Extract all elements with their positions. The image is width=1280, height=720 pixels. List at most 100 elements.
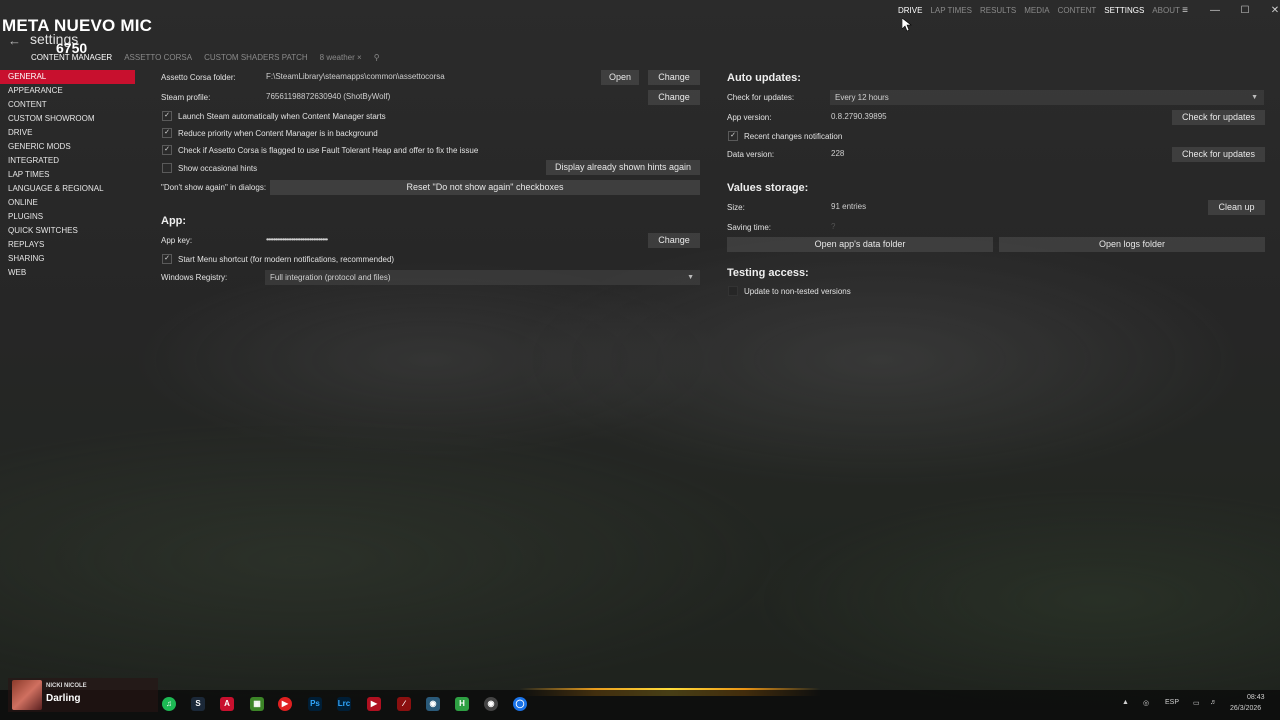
fault-tolerant-checkbox-row[interactable]: ✓ Check if Assetto Corsa is flagged to u… — [162, 145, 478, 155]
open-data-folder-button[interactable]: Open app's data folder — [727, 237, 993, 252]
checkbox-unchecked-icon[interactable] — [728, 286, 738, 296]
check-app-updates-button[interactable]: Check for updates — [1172, 110, 1265, 125]
auto-updates-title: Auto updates: — [727, 72, 801, 84]
open-folder-button[interactable]: Open — [601, 70, 639, 85]
start-menu-checkbox-row[interactable]: ✓ Start Menu shortcut (for modern notifi… — [162, 254, 394, 264]
microphone-icon[interactable]: ◎ — [1143, 699, 1149, 707]
testing-access-title: Testing access: — [727, 267, 809, 279]
check-updates-label: Check for updates: — [727, 93, 795, 102]
show-hints-checkbox-row[interactable]: Show occasional hints — [162, 163, 257, 173]
sidebar-item-plugins[interactable]: PLUGINS — [0, 210, 135, 224]
sidebar-item-integrated[interactable]: INTEGRATED — [0, 154, 135, 168]
sidebar-item-sharing[interactable]: SHARING — [0, 252, 135, 266]
hwinfo-icon[interactable]: H — [455, 697, 469, 711]
acrobat-icon[interactable]: A — [220, 697, 234, 711]
recent-changes-label: Recent changes notification — [744, 131, 843, 141]
chrome-icon[interactable]: ◯ — [513, 697, 527, 711]
now-playing-widget[interactable]: NICKI NICOLE Darling — [8, 678, 158, 712]
nav-content[interactable]: CONTENT — [1058, 6, 1097, 15]
sidebar-item-quick-switches[interactable]: QUICK SWITCHES — [0, 224, 135, 238]
nav-lap-times[interactable]: LAP TIMES — [930, 6, 972, 15]
app-icon-red[interactable]: ▶ — [367, 697, 381, 711]
sidebar-item-replays[interactable]: REPLAYS — [0, 238, 135, 252]
steam-icon[interactable]: S — [191, 697, 205, 711]
search-icon[interactable]: ⚲ — [374, 53, 380, 62]
saving-time-label: Saving time: — [727, 223, 772, 232]
display-hints-again-button[interactable]: Display already shown hints again — [546, 160, 700, 175]
windows-registry-dropdown[interactable]: Full integration (protocol and files) ▼ — [265, 270, 700, 285]
sidebar-item-content[interactable]: CONTENT — [0, 98, 135, 112]
minimize-icon[interactable]: — — [1200, 4, 1230, 18]
media-player-icon[interactable]: ▶ — [278, 697, 292, 711]
recent-changes-checkbox-row[interactable]: ✓ Recent changes notification — [728, 131, 842, 141]
sidebar-item-appearance[interactable]: APPEARANCE — [0, 84, 135, 98]
close-window-icon[interactable]: ✕ — [1260, 4, 1280, 18]
tab-assetto-corsa[interactable]: ASSETTO CORSA — [124, 53, 192, 62]
tray-chevron-up-icon[interactable]: ▲ — [1122, 699, 1129, 706]
tab-weather[interactable]: 8 weather × — [320, 53, 362, 62]
reset-dont-show-button[interactable]: Reset "Do not show again" checkboxes — [270, 180, 700, 195]
sidebar-item-lap-times[interactable]: LAP TIMES — [0, 168, 135, 182]
spotify-icon[interactable]: ♫ — [162, 697, 176, 711]
content-manager-icon[interactable]: ∕ — [397, 697, 411, 711]
change-steam-profile-button[interactable]: Change — [648, 90, 700, 105]
steam-profile-label: Steam profile: — [161, 93, 211, 102]
reduce-priority-checkbox-row[interactable]: ✓ Reduce priority when Content Manager i… — [162, 128, 378, 138]
change-app-key-button[interactable]: Change — [648, 233, 700, 248]
checkbox-checked-icon[interactable]: ✓ — [162, 111, 172, 121]
clean-up-button[interactable]: Clean up — [1208, 200, 1265, 215]
window-controls: ≡ — ☐ ✕ — [1170, 4, 1280, 18]
maximize-icon[interactable]: ☐ — [1230, 4, 1260, 18]
settings-tabs: CONTENT MANAGER ASSETTO CORSA CUSTOM SHA… — [31, 53, 380, 62]
tab-custom-shaders-patch[interactable]: CUSTOM SHADERS PATCH — [204, 53, 308, 62]
chevron-down-icon: ▼ — [1251, 94, 1258, 101]
check-data-updates-button[interactable]: Check for updates — [1172, 147, 1265, 162]
minecraft-icon[interactable]: ▦ — [250, 697, 264, 711]
close-icon[interactable]: × — [357, 53, 362, 62]
lightroom-icon[interactable]: Lrc — [337, 697, 351, 711]
photoshop-icon[interactable]: Ps — [308, 697, 322, 711]
app-section-title: App: — [161, 215, 187, 227]
menu-icon[interactable]: ≡ — [1170, 4, 1200, 18]
nav-media[interactable]: MEDIA — [1024, 6, 1049, 15]
open-logs-folder-button[interactable]: Open logs folder — [999, 237, 1265, 252]
non-tested-checkbox-row[interactable]: Update to non-tested versions — [728, 286, 851, 296]
checkbox-checked-icon[interactable]: ✓ — [162, 254, 172, 264]
clock-time[interactable]: 08:43 — [1247, 694, 1265, 701]
update-frequency-dropdown[interactable]: Every 12 hours ▼ — [830, 90, 1264, 105]
input-language[interactable]: ESP — [1165, 699, 1179, 706]
nav-drive[interactable]: DRIVE — [898, 6, 922, 15]
app-icon-gray[interactable]: ◉ — [484, 697, 498, 711]
checkbox-checked-icon[interactable]: ✓ — [162, 145, 172, 155]
launch-steam-checkbox-row[interactable]: ✓ Launch Steam automatically when Conten… — [162, 111, 386, 121]
app-icon-blue[interactable]: ◉ — [426, 697, 440, 711]
sidebar-item-drive[interactable]: DRIVE — [0, 126, 135, 140]
start-menu-label: Start Menu shortcut (for modern notifica… — [178, 254, 395, 264]
chevron-down-icon: ▼ — [687, 274, 694, 281]
saving-time-value: ? — [831, 222, 836, 231]
sidebar-item-custom-showroom[interactable]: CUSTOM SHOWROOM — [0, 112, 135, 126]
network-icon[interactable]: ▭ — [1193, 699, 1200, 707]
tab-content-manager[interactable]: CONTENT MANAGER — [31, 53, 112, 62]
sidebar-item-language-regional[interactable]: LANGUAGE & REGIONAL — [0, 182, 135, 196]
checkbox-unchecked-icon[interactable] — [162, 163, 172, 173]
ac-folder-label: Assetto Corsa folder: — [161, 73, 236, 82]
sidebar-item-online[interactable]: ONLINE — [0, 196, 135, 210]
data-version-value: 228 — [831, 149, 845, 158]
sidebar-item-generic-mods[interactable]: GENERIC MODS — [0, 140, 135, 154]
checkbox-checked-icon[interactable]: ✓ — [162, 128, 172, 138]
change-folder-button[interactable]: Change — [648, 70, 700, 85]
nav-results[interactable]: RESULTS — [980, 6, 1016, 15]
sidebar-item-web[interactable]: WEB — [0, 266, 135, 280]
top-navigation: DRIVE LAP TIMES RESULTS MEDIA CONTENT SE… — [898, 6, 1180, 15]
album-art — [12, 680, 42, 710]
back-arrow-icon[interactable]: ← — [8, 33, 22, 48]
nav-settings[interactable]: SETTINGS — [1104, 6, 1144, 15]
clock-date[interactable]: 26/3/2026 — [1230, 705, 1261, 712]
checkbox-checked-icon[interactable]: ✓ — [728, 131, 738, 141]
steam-profile-value: 76561198872630940 (ShotByWolf) — [266, 92, 391, 101]
storage-size-label: Size: — [727, 203, 745, 212]
now-playing-artist: NICKI NICOLE — [46, 683, 87, 689]
volume-icon[interactable]: ♬ — [1210, 699, 1217, 706]
sidebar-item-general[interactable]: GENERAL — [0, 70, 135, 84]
